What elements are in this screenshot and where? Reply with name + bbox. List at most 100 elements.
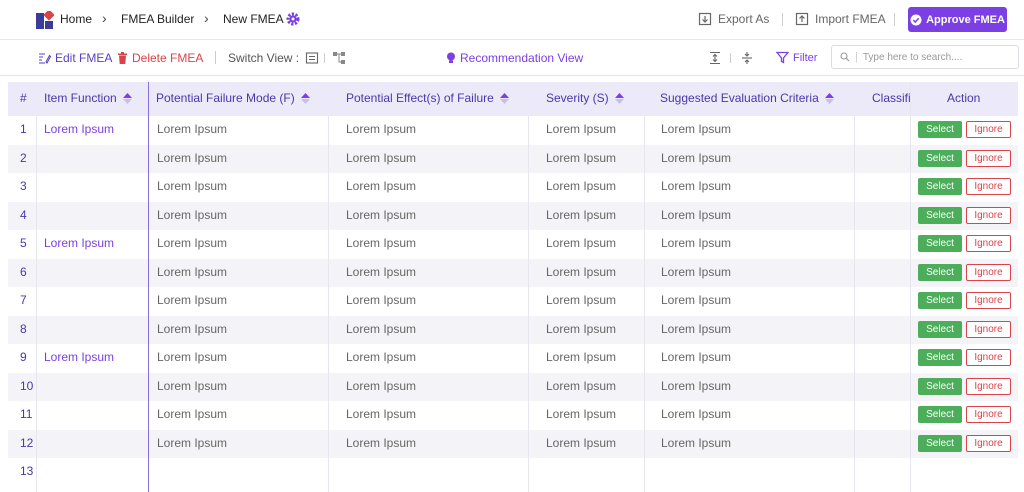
select-button[interactable]: Select bbox=[918, 235, 962, 252]
criteria-cell[interactable]: Lorem Ipsum bbox=[661, 407, 731, 421]
effect-cell[interactable]: Lorem Ipsum bbox=[346, 265, 416, 279]
failure-mode-cell[interactable]: Lorem Ipsum bbox=[157, 350, 227, 364]
select-button[interactable]: Select bbox=[918, 292, 962, 309]
failure-mode-cell[interactable]: Lorem Ipsum bbox=[157, 265, 227, 279]
failure-mode-cell[interactable]: Lorem Ipsum bbox=[157, 122, 227, 136]
item-function-cell[interactable]: Lorem Ipsum bbox=[44, 350, 114, 364]
table-row[interactable]: 9 Lorem Ipsum Lorem Ipsum Lorem Ipsum Lorem … bbox=[8, 344, 1018, 373]
select-button[interactable]: Select bbox=[918, 434, 962, 452]
effect-cell[interactable]: Lorem Ipsum bbox=[346, 208, 416, 222]
effect-cell[interactable]: Lorem Ipsum bbox=[346, 322, 416, 336]
ignore-button[interactable]: Ignore bbox=[966, 377, 1011, 395]
severity-cell[interactable]: Lorem Ipsum bbox=[546, 407, 616, 421]
edit-fmea-button[interactable]: Edit FMEA bbox=[38, 51, 112, 65]
criteria-cell[interactable]: Lorem Ipsum bbox=[661, 208, 731, 222]
failure-mode-cell[interactable]: Lorem Ipsum bbox=[157, 322, 227, 336]
table-row[interactable]: 11 Lorem Ipsum Lorem Ipsum Lorem Ipsum Lorem… bbox=[8, 401, 1018, 430]
failure-mode-cell[interactable]: Lorem Ipsum bbox=[157, 236, 227, 250]
effect-cell[interactable]: Lorem Ipsum bbox=[346, 379, 416, 393]
criteria-cell[interactable]: Lorem Ipsum bbox=[661, 265, 731, 279]
failure-mode-cell[interactable]: Lorem Ipsum bbox=[157, 208, 227, 222]
select-button[interactable]: Select bbox=[918, 178, 962, 195]
table-view-icon[interactable] bbox=[305, 51, 319, 65]
effect-cell[interactable]: Lorem Ipsum bbox=[346, 236, 416, 250]
sort-icon[interactable] bbox=[499, 92, 509, 104]
failure-mode-cell[interactable]: Lorem Ipsum bbox=[157, 379, 227, 393]
item-function-cell[interactable]: Lorem Ipsum bbox=[44, 236, 114, 250]
effect-cell[interactable]: Lorem Ipsum bbox=[346, 293, 416, 307]
select-button[interactable]: Select bbox=[918, 263, 962, 281]
table-row[interactable]: 12 Lorem Ipsum Lorem Ipsum Lorem Ipsum Lorem… bbox=[8, 429, 1018, 458]
ignore-button[interactable]: Ignore bbox=[966, 406, 1011, 423]
select-button[interactable]: Select bbox=[918, 320, 962, 338]
ignore-button[interactable]: Ignore bbox=[966, 149, 1011, 167]
select-button[interactable]: Select bbox=[918, 377, 962, 395]
severity-cell[interactable]: Lorem Ipsum bbox=[546, 322, 616, 336]
failure-mode-cell[interactable]: Lorem Ipsum bbox=[157, 179, 227, 193]
select-button[interactable]: Select bbox=[918, 206, 962, 224]
severity-cell[interactable]: Lorem Ipsum bbox=[546, 436, 616, 450]
severity-cell[interactable]: Lorem Ipsum bbox=[546, 236, 616, 250]
effect-cell[interactable]: Lorem Ipsum bbox=[346, 179, 416, 193]
table-row[interactable]: 2 Lorem Ipsum Lorem Ipsum Lorem Ipsum Lorem … bbox=[8, 144, 1018, 173]
ignore-button[interactable]: Ignore bbox=[966, 292, 1011, 309]
ignore-button[interactable]: Ignore bbox=[966, 263, 1011, 281]
severity-cell[interactable]: Lorem Ipsum bbox=[546, 151, 616, 165]
table-row[interactable]: 4 Lorem Ipsum Lorem Ipsum Lorem Ipsum Lorem … bbox=[8, 201, 1018, 230]
effect-cell[interactable]: Lorem Ipsum bbox=[346, 407, 416, 421]
criteria-cell[interactable]: Lorem Ipsum bbox=[661, 122, 731, 136]
table-row[interactable]: 3 Lorem Ipsum Lorem Ipsum Lorem Ipsum Lorem … bbox=[8, 173, 1018, 202]
ignore-button[interactable]: Ignore bbox=[966, 121, 1011, 138]
criteria-cell[interactable]: Lorem Ipsum bbox=[661, 236, 731, 250]
table-row[interactable]: 10 Lorem Ipsum Lorem Ipsum Lorem Ipsum Lorem… bbox=[8, 372, 1018, 401]
select-button[interactable]: Select bbox=[918, 349, 962, 366]
approve-fmea-button[interactable]: Approve FMEA bbox=[908, 7, 1007, 32]
criteria-cell[interactable]: Lorem Ipsum bbox=[661, 436, 731, 450]
expand-rows-icon[interactable] bbox=[708, 51, 722, 65]
col-header-effect[interactable]: Potential Effect(s) of Failure bbox=[346, 91, 509, 105]
criteria-cell[interactable]: Lorem Ipsum bbox=[661, 350, 731, 364]
effect-cell[interactable]: Lorem Ipsum bbox=[346, 151, 416, 165]
severity-cell[interactable]: Lorem Ipsum bbox=[546, 293, 616, 307]
filter-button[interactable]: Filter bbox=[776, 51, 817, 64]
gear-icon[interactable] bbox=[286, 12, 300, 26]
col-header-severity[interactable]: Severity (S) bbox=[546, 91, 624, 105]
failure-mode-cell[interactable]: Lorem Ipsum bbox=[157, 293, 227, 307]
effect-cell[interactable]: Lorem Ipsum bbox=[346, 436, 416, 450]
criteria-cell[interactable]: Lorem Ipsum bbox=[661, 293, 731, 307]
table-row[interactable]: 5 Lorem Ipsum Lorem Ipsum Lorem Ipsum Lorem … bbox=[8, 230, 1018, 259]
collapse-rows-icon[interactable] bbox=[740, 51, 754, 65]
table-row[interactable]: 7 Lorem Ipsum Lorem Ipsum Lorem Ipsum Lorem … bbox=[8, 287, 1018, 316]
import-fmea-button[interactable]: Import FMEA bbox=[795, 12, 886, 26]
criteria-cell[interactable]: Lorem Ipsum bbox=[661, 322, 731, 336]
col-header-criteria[interactable]: Suggested Evaluation Criteria bbox=[660, 91, 834, 105]
table-row[interactable]: 13 bbox=[8, 458, 1018, 487]
severity-cell[interactable]: Lorem Ipsum bbox=[546, 379, 616, 393]
search-box[interactable]: | bbox=[831, 45, 1019, 69]
col-header-classification[interactable]: Classifi bbox=[872, 91, 911, 105]
col-header-failure-mode[interactable]: Potential Failure Mode (F) bbox=[156, 91, 310, 105]
criteria-cell[interactable]: Lorem Ipsum bbox=[661, 179, 731, 193]
severity-cell[interactable]: Lorem Ipsum bbox=[546, 265, 616, 279]
table-row[interactable]: 8 Lorem Ipsum Lorem Ipsum Lorem Ipsum Lorem … bbox=[8, 315, 1018, 344]
table-row[interactable]: 1 Lorem Ipsum Lorem Ipsum Lorem Ipsum Lorem … bbox=[8, 116, 1018, 145]
export-as-button[interactable]: Export As bbox=[698, 12, 769, 26]
ignore-button[interactable]: Ignore bbox=[966, 235, 1011, 252]
criteria-cell[interactable]: Lorem Ipsum bbox=[661, 151, 731, 165]
ignore-button[interactable]: Ignore bbox=[966, 178, 1011, 195]
criteria-cell[interactable]: Lorem Ipsum bbox=[661, 379, 731, 393]
effect-cell[interactable]: Lorem Ipsum bbox=[346, 122, 416, 136]
item-function-cell[interactable]: Lorem Ipsum bbox=[44, 122, 114, 136]
ignore-button[interactable]: Ignore bbox=[966, 320, 1011, 338]
failure-mode-cell[interactable]: Lorem Ipsum bbox=[157, 407, 227, 421]
select-button[interactable]: Select bbox=[918, 406, 962, 423]
effect-cell[interactable]: Lorem Ipsum bbox=[346, 350, 416, 364]
tree-view-icon[interactable] bbox=[332, 51, 346, 65]
table-row[interactable]: 6 Lorem Ipsum Lorem Ipsum Lorem Ipsum Lorem … bbox=[8, 258, 1018, 287]
app-logo-icon[interactable] bbox=[36, 11, 54, 29]
severity-cell[interactable]: Lorem Ipsum bbox=[546, 350, 616, 364]
severity-cell[interactable]: Lorem Ipsum bbox=[546, 122, 616, 136]
ignore-button[interactable]: Ignore bbox=[966, 349, 1011, 366]
sort-icon[interactable] bbox=[122, 92, 132, 104]
breadcrumb-fmea-builder[interactable]: FMEA Builder bbox=[121, 12, 194, 26]
